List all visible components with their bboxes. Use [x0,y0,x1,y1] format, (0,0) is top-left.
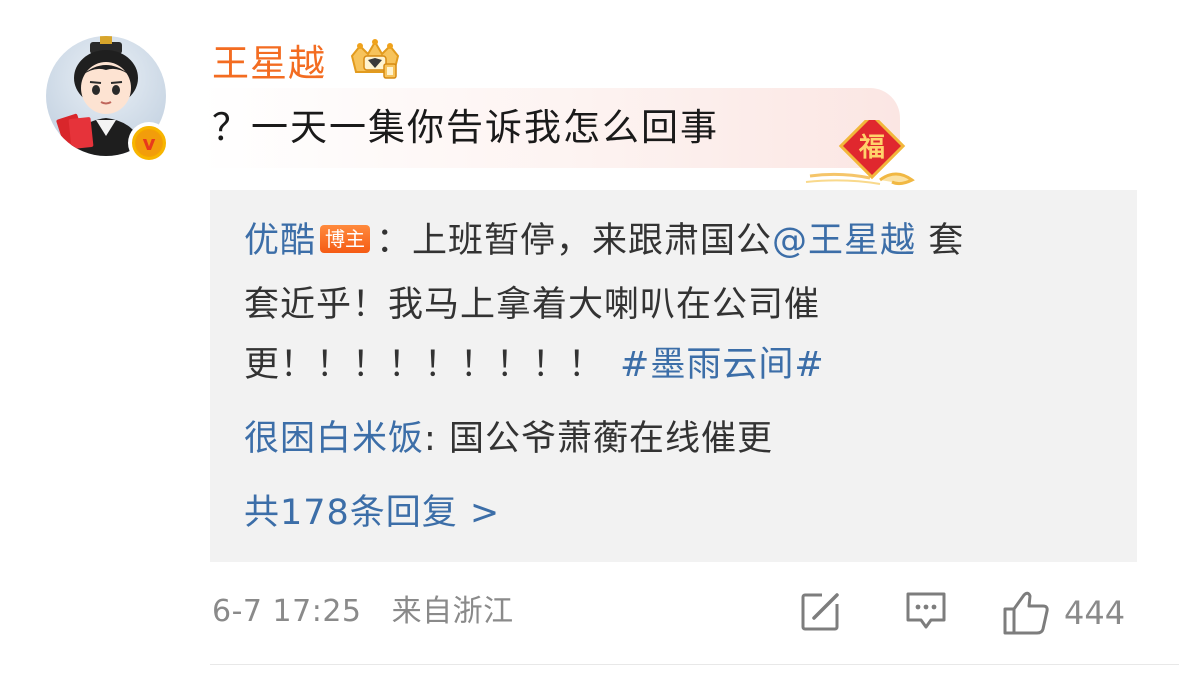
reply-author[interactable]: 很困白米饭 [244,419,424,459]
reply-text: 套近乎！我马上拿着大喇叭在公司催 [244,285,821,325]
reply-separator: : [424,419,437,459]
fu-badge-text: 福 [858,133,885,163]
username[interactable]: 王星越 [212,40,326,88]
fu-festival-badge-icon: 福 [805,120,915,186]
verified-v-icon: v [136,130,162,156]
reply-text: 套 [916,221,965,261]
reply-separator: ： [376,221,413,261]
thumbs-up-icon [1003,591,1049,635]
comment-card: v 王星越 ？一天一集你告诉我怎么回事 福 优酷 博主 ：上班暂停，来跟肃国公@王星… [0,0,1179,674]
reply-text: 国公爷萧蘅在线催更 [436,419,773,459]
blogger-badge: 博主 [320,225,371,253]
divider [210,664,1179,665]
hashtag-link[interactable]: #墨雨云间# [620,345,825,385]
comment-icon [906,592,946,629]
reply-text: 更！！！！！！！！！ [244,345,605,385]
timestamp: 6-7 17:25 [212,594,362,629]
crown-badge-icon[interactable] [346,38,404,82]
reply-line-3: 更！！！！！！！！！ #墨雨云间# [244,342,825,388]
location: 来自浙江 [391,594,514,629]
mention-link[interactable]: @王星越 [772,221,916,261]
reply-text: 上班暂停，来跟肃国公 [412,221,773,261]
like-button[interactable]: 444 [1002,590,1125,636]
verified-badge: v [128,122,170,164]
repost-button[interactable] [800,590,844,632]
comment-text: ？一天一集你告诉我怎么回事 [212,106,719,149]
comment-meta: 6-7 17:25 来自浙江 [212,590,514,634]
like-count: 444 [1064,594,1126,632]
edit-share-icon [801,590,844,631]
more-replies-link[interactable]: 共178条回复 > [244,490,500,536]
reply-author[interactable]: 优酷 [244,221,316,261]
replies-box: 优酷 博主 ：上班暂停，来跟肃国公@王星越 套 套近乎！我马上拿着大喇叭在公司催 更… [210,190,1137,562]
reply-line-4: 很困白米饭: 国公爷萧蘅在线催更 [244,416,773,462]
reply-line-1: 优酷 博主 ：上班暂停，来跟肃国公@王星越 套 [244,218,964,264]
comment-button[interactable] [904,590,948,632]
